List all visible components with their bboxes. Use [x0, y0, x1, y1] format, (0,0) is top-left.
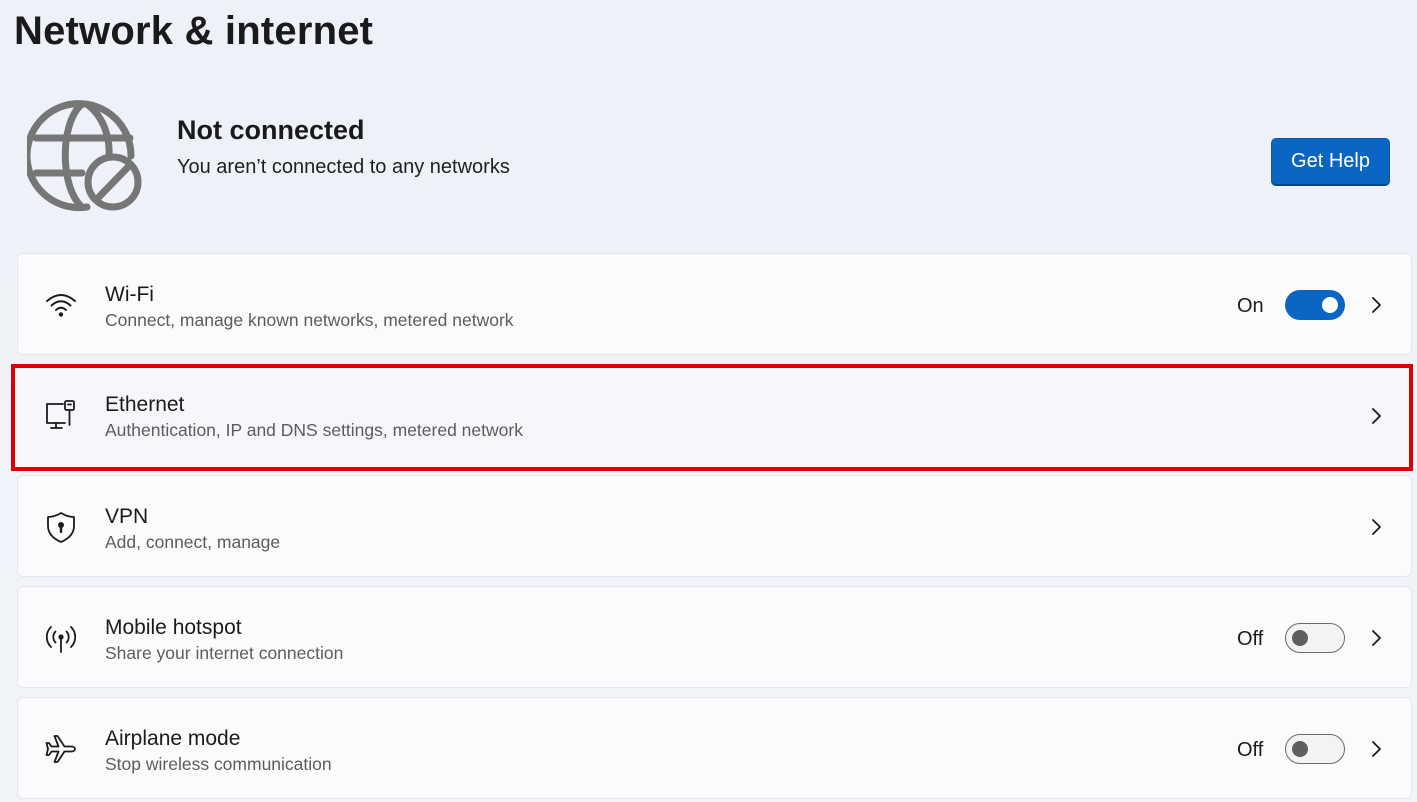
airplane-card[interactable]: Airplane mode Stop wireless communicatio…: [17, 697, 1412, 799]
wifi-card[interactable]: Wi-Fi Connect, manage known networks, me…: [17, 253, 1412, 355]
hotspot-state-label: Off: [1237, 628, 1264, 650]
globe-disconnected-icon: [27, 100, 142, 212]
chevron-right-icon: [1372, 741, 1381, 757]
status-title: Not connected: [177, 115, 365, 145]
wifi-state-label: On: [1237, 295, 1264, 317]
wifi-title: Wi-Fi: [105, 283, 154, 306]
chevron-right-icon: [1372, 408, 1381, 424]
toggle-knob: [1322, 297, 1338, 313]
ethernet-title: Ethernet: [105, 393, 185, 416]
airplane-title: Airplane mode: [105, 727, 241, 750]
vpn-title: VPN: [105, 505, 149, 528]
get-help-button[interactable]: Get Help: [1271, 138, 1390, 186]
airplane-toggle[interactable]: [1285, 734, 1345, 764]
chevron-right-icon: [1372, 297, 1381, 313]
wifi-toggle[interactable]: [1285, 290, 1345, 320]
ethernet-icon: [46, 400, 75, 429]
airplane-state-label: Off: [1237, 739, 1264, 761]
chevron-right-icon: [1372, 630, 1381, 646]
vpn-subtitle: Add, connect, manage: [105, 532, 281, 552]
wifi-icon: [46, 294, 76, 317]
vpn-card[interactable]: VPN Add, connect, manage: [17, 475, 1412, 577]
toggle-knob: [1292, 740, 1308, 757]
status-subtitle: You aren’t connected to any networks: [177, 156, 510, 178]
hotspot-toggle[interactable]: [1285, 623, 1345, 653]
wifi-subtitle: Connect, manage known networks, metered …: [105, 310, 514, 330]
airplane-subtitle: Stop wireless communication: [105, 754, 332, 774]
chevron-right-icon: [1372, 519, 1381, 535]
connection-status: Not connected You aren’t connected to an…: [0, 92, 1417, 222]
toggle-knob: [1292, 629, 1308, 646]
page-title: Network & internet: [14, 9, 374, 53]
hotspot-subtitle: Share your internet connection: [105, 643, 344, 663]
hotspot-card[interactable]: Mobile hotspot Share your internet conne…: [17, 586, 1412, 688]
hotspot-title: Mobile hotspot: [105, 616, 242, 639]
hotspot-icon: [45, 626, 77, 653]
ethernet-subtitle: Authentication, IP and DNS settings, met…: [105, 420, 523, 440]
ethernet-card[interactable]: Ethernet Authentication, IP and DNS sett…: [11, 364, 1413, 471]
airplane-icon: [45, 735, 76, 763]
vpn-shield-icon: [47, 512, 75, 543]
